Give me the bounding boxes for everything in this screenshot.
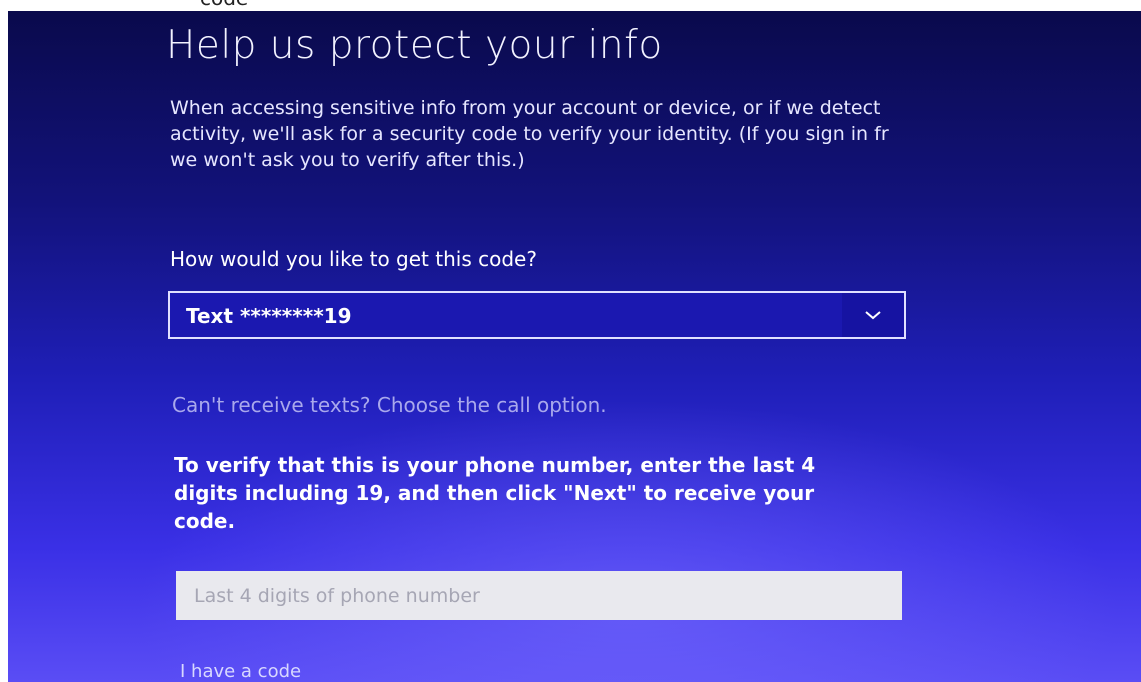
screen: Help us protect your info When accessing… bbox=[8, 11, 1141, 682]
method-select-value: Text ********19 bbox=[186, 304, 352, 328]
photo-frame: code Help us protect your info When acce… bbox=[0, 0, 1141, 682]
last-four-digits-input[interactable] bbox=[176, 571, 902, 620]
method-select[interactable]: Text ********19 bbox=[168, 291, 906, 339]
verify-instructions: To verify that this is your phone number… bbox=[174, 453, 816, 533]
call-option-link[interactable]: Can't receive texts? Choose the call opt… bbox=[172, 393, 607, 417]
page-title: Help us protect your info bbox=[166, 23, 663, 68]
have-code-link[interactable]: I have a code bbox=[180, 661, 301, 682]
intro-text: When accessing sensitive info from your … bbox=[170, 97, 889, 171]
chevron-down-icon[interactable] bbox=[842, 293, 904, 337]
method-question: How would you like to get this code? bbox=[170, 247, 537, 271]
top-fragment-text: code bbox=[200, 0, 248, 10]
